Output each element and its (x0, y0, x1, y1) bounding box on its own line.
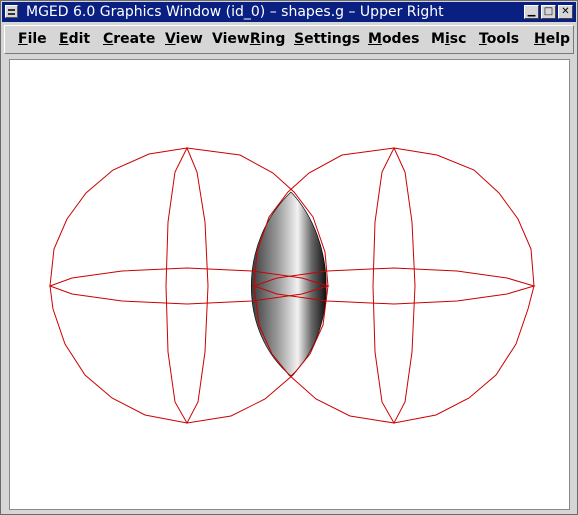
menu-help[interactable]: Help (534, 31, 570, 47)
menu-modes-label: odes (381, 31, 420, 47)
menu-help-accel: H (534, 31, 546, 47)
menu-edit-accel: E (59, 31, 69, 47)
menu-view-accel: V (165, 31, 176, 47)
menu-misc-prefix: M (431, 31, 445, 47)
title-bar[interactable]: MGED 6.0 Graphics Window (id_0) – shapes… (2, 2, 576, 22)
minimize-button[interactable]: ▁ (524, 5, 539, 19)
menu-create-accel: C (103, 31, 114, 47)
menu-create[interactable]: Create (103, 31, 155, 47)
menu-view[interactable]: View (165, 31, 203, 47)
menu-tools-label: ools (486, 31, 520, 47)
menu-viewring-prefix: View (212, 31, 250, 47)
menu-help-label: elp (545, 31, 571, 47)
menu-bar: File Edit Create View ViewRing Settings … (4, 25, 574, 54)
menu-misc[interactable]: Misc (431, 31, 466, 47)
menu-file[interactable]: File (18, 31, 47, 47)
menu-modes[interactable]: Modes (368, 31, 419, 47)
menu-viewring[interactable]: ViewRing (212, 31, 285, 47)
right-sphere-meridian[interactable] (372, 146, 416, 425)
menu-viewring-accel: R (249, 31, 261, 47)
menu-modes-accel: M (368, 31, 382, 47)
menu-edit-label: dit (68, 31, 91, 47)
menu-file-accel: F (18, 31, 28, 47)
menu-settings[interactable]: Settings (294, 31, 360, 47)
menu-view-label: iew (175, 31, 203, 47)
menu-tools[interactable]: Tools (479, 31, 519, 47)
menu-tools-accel: T (479, 31, 487, 47)
menu-edit[interactable]: Edit (59, 31, 90, 47)
window-title: MGED 6.0 Graphics Window (id_0) – shapes… (26, 4, 444, 20)
graphics-canvas[interactable] (9, 59, 570, 510)
menu-file-label: ile (27, 31, 47, 47)
left-sphere-meridian[interactable] (165, 146, 209, 425)
menu-create-label: reate (113, 31, 156, 47)
close-button[interactable]: ✕ (558, 5, 573, 19)
window-menu-icon[interactable] (5, 5, 18, 18)
menu-settings-label: ettings (304, 31, 361, 47)
scene-svg (48, 146, 536, 425)
lens-shaded-object[interactable] (250, 191, 327, 377)
maximize-button[interactable]: □ (541, 5, 556, 19)
menu-viewring-label: ing (260, 31, 286, 47)
graphics-window: MGED 6.0 Graphics Window (id_0) – shapes… (0, 0, 578, 515)
menu-misc-label: sc (449, 31, 467, 47)
menu-settings-accel: S (294, 31, 305, 47)
